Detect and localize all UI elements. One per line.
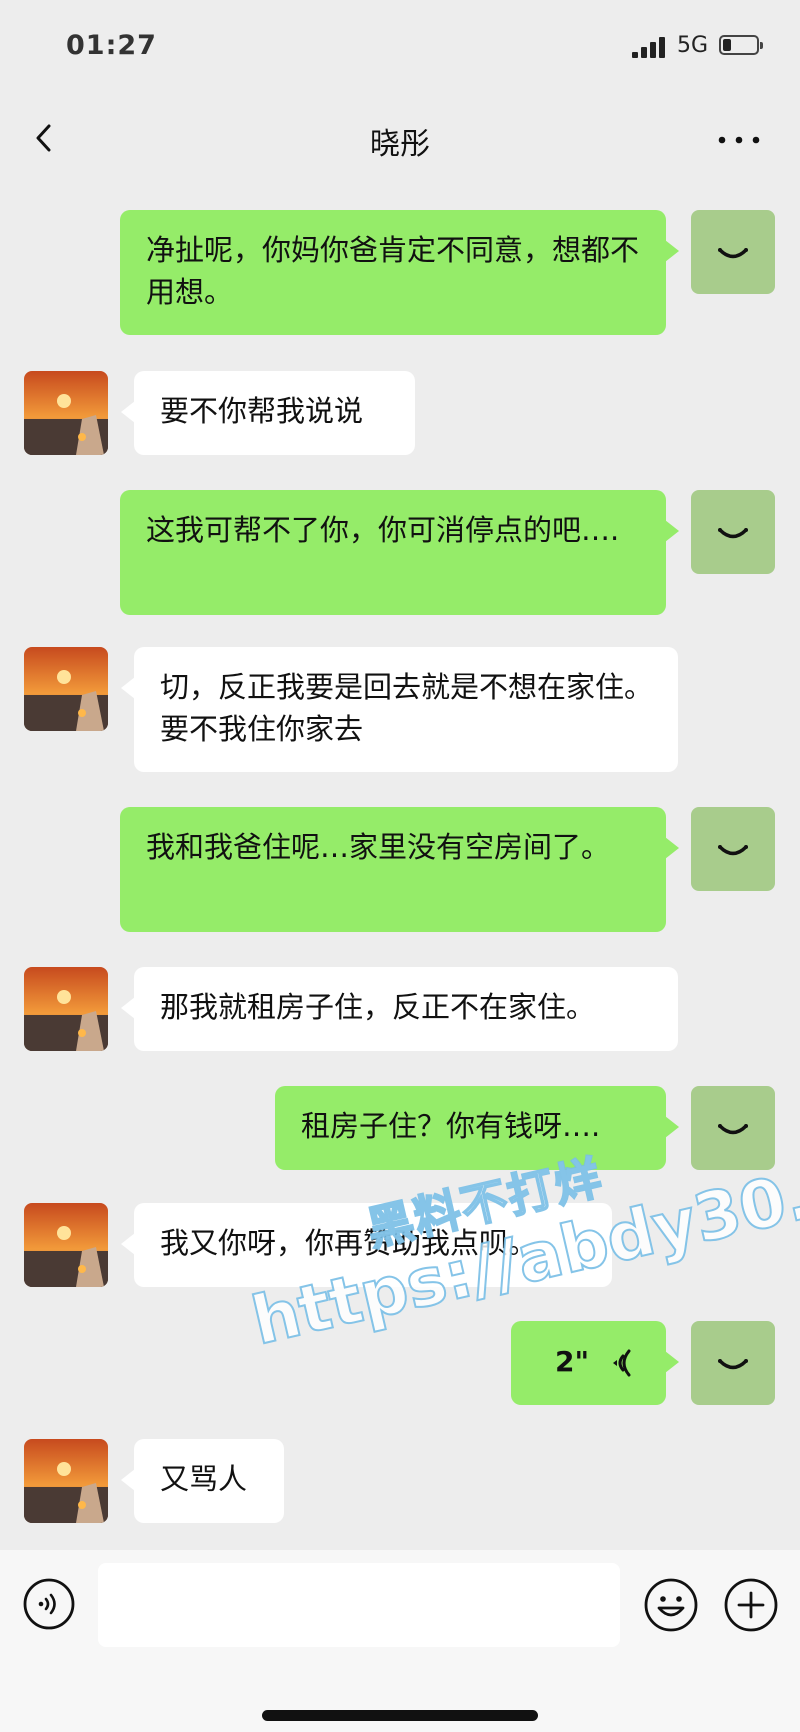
message-bubble-received[interactable]: 切，反正我要是回去就是不想在家住。要不我住你家去: [121, 647, 678, 772]
sunset-photo-avatar: [24, 967, 108, 1051]
status-bar: 01:27 5G: [0, 0, 800, 95]
back-button[interactable]: [28, 113, 78, 163]
my-avatar[interactable]: [691, 1321, 775, 1405]
voice-duration: 2": [555, 1345, 590, 1378]
more-button[interactable]: [714, 115, 764, 165]
emoji-icon: [644, 1578, 698, 1632]
network-type: 5G: [677, 33, 709, 58]
message-bubble-sent[interactable]: 租房子住？你有钱呀….: [275, 1086, 679, 1170]
my-avatar[interactable]: [691, 1086, 775, 1170]
sunset-photo-avatar: [24, 647, 108, 731]
smile-avatar-icon: [718, 528, 748, 539]
plus-icon: [724, 1578, 778, 1632]
message-bubble-sent[interactable]: 我和我爸住呢…家里没有空房间了。: [120, 807, 679, 932]
my-avatar[interactable]: [691, 210, 775, 294]
battery-icon: [719, 35, 763, 55]
voice-wave-icon: [613, 1349, 631, 1377]
chat-header: 晓彤: [0, 95, 800, 185]
signal-icon: [632, 36, 666, 58]
message-bubble-received[interactable]: 又骂人: [121, 1439, 284, 1523]
voice-input-icon: [23, 1578, 75, 1630]
more-functions-button[interactable]: [723, 1577, 779, 1633]
chevron-left-icon: [36, 124, 51, 152]
smile-avatar-icon: [718, 1359, 748, 1370]
message-list[interactable]: 净扯呢，你妈你爸肯定不同意，想都不用想。 要不你帮我说说 这我可帮不了你，你可消…: [0, 185, 800, 1550]
smile-avatar-icon: [718, 845, 748, 856]
my-avatar[interactable]: [691, 807, 775, 891]
contact-avatar[interactable]: [24, 1439, 108, 1523]
sunset-photo-avatar: [24, 1439, 108, 1523]
message-input[interactable]: [98, 1563, 620, 1647]
smile-avatar-icon: [718, 1124, 748, 1135]
more-dots-icon: [718, 136, 760, 144]
input-bar: [0, 1550, 800, 1732]
sunset-photo-avatar: [24, 371, 108, 455]
message-bubble-sent[interactable]: 这我可帮不了你，你可消停点的吧….: [120, 490, 679, 615]
message-bubble-received[interactable]: 那我就租房子住，反正不在家住。: [121, 967, 678, 1051]
contact-avatar[interactable]: [24, 967, 108, 1051]
message-bubble-received[interactable]: 要不你帮我说说: [121, 371, 415, 455]
chat-title: 晓彤: [370, 127, 430, 162]
home-indicator[interactable]: [262, 1710, 538, 1721]
message-bubble-sent[interactable]: 净扯呢，你妈你爸肯定不同意，想都不用想。: [120, 210, 679, 335]
sunset-photo-avatar: [24, 1203, 108, 1287]
contact-avatar[interactable]: [24, 1203, 108, 1287]
voice-message-bubble[interactable]: 2": [511, 1321, 679, 1405]
emoji-button[interactable]: [643, 1577, 699, 1633]
contact-avatar[interactable]: [24, 647, 108, 731]
voice-input-button[interactable]: [22, 1577, 76, 1631]
smile-avatar-icon: [718, 248, 748, 259]
contact-avatar[interactable]: [24, 371, 108, 455]
status-time: 01:27: [66, 30, 157, 61]
my-avatar[interactable]: [691, 490, 775, 574]
